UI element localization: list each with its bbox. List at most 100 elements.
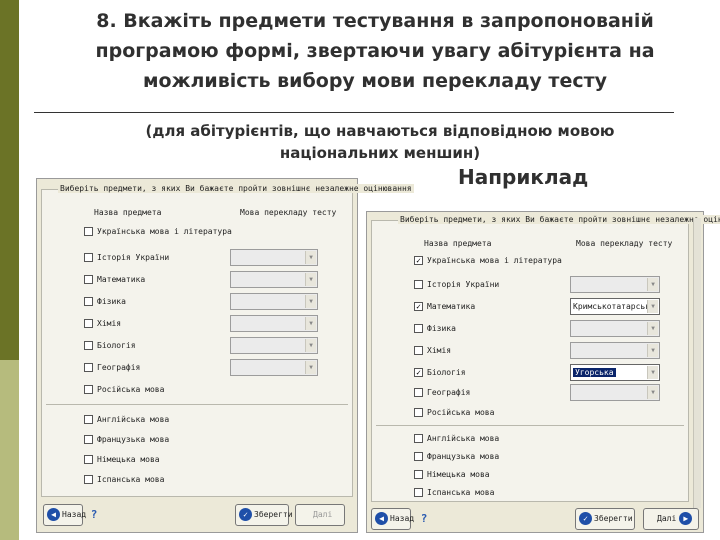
subject-label: Російська мова [97, 385, 165, 394]
next-button-label: Далі [657, 514, 677, 523]
subject-row: Російська мова [42, 382, 352, 398]
subject-checkbox[interactable] [414, 324, 423, 333]
subject-label: Українська мова і література [97, 227, 232, 236]
subject-row: Історія України ▼ [372, 276, 688, 293]
subject-selection-dialog-empty: Виберіть предмети, з яких Ви бажаєте про… [36, 178, 414, 533]
chevron-down-icon: ▼ [647, 366, 658, 379]
next-button[interactable]: Далі [295, 504, 345, 526]
subject-checkbox[interactable] [84, 385, 93, 394]
subject-checkbox[interactable] [84, 475, 93, 484]
section-divider [376, 425, 684, 426]
subject-label: Англійська мова [427, 434, 500, 443]
chevron-down-icon: ▼ [647, 278, 658, 291]
subject-label: Французька мова [427, 452, 500, 461]
subject-checkbox[interactable]: ✓ [414, 256, 423, 265]
subject-checkbox[interactable] [84, 253, 93, 262]
subject-checkbox[interactable] [84, 319, 93, 328]
subject-checkbox[interactable] [414, 280, 423, 289]
subject-checkbox[interactable] [414, 488, 423, 497]
subject-row: Хімія ▼ [42, 315, 352, 332]
subject-checkbox[interactable] [84, 297, 93, 306]
subject-label: Хімія [97, 319, 122, 328]
subject-label: Біологія [427, 368, 466, 377]
subject-row: Географія ▼ [372, 384, 688, 401]
language-select[interactable]: ▼ [230, 315, 318, 332]
subject-checkbox[interactable] [414, 346, 423, 355]
example-label: Наприклад [458, 165, 589, 189]
subject-label: Географія [97, 363, 141, 372]
subject-checkbox[interactable] [84, 227, 93, 236]
subject-row: Біологія ▼ [42, 337, 352, 354]
subject-checkbox[interactable]: ✓ [414, 302, 423, 311]
subject-label: Німецька мова [427, 470, 490, 479]
slide-subtitle: (для абітурієнтів, що навчаються відпові… [60, 120, 700, 164]
next-button[interactable]: Далі ▶ [643, 508, 699, 530]
chevron-down-icon: ▼ [305, 295, 316, 308]
language-select[interactable]: ▼ [230, 271, 318, 288]
language-select[interactable]: Угорська ▼ [570, 364, 660, 381]
subject-checkbox[interactable] [84, 455, 93, 464]
back-button[interactable]: ◀ Назад [43, 504, 87, 526]
title-line: програмою формі, звертаючи увагу абітурі… [95, 40, 655, 62]
subject-label: Французька мова [97, 435, 170, 444]
language-column-header: Мова перекладу тесту [240, 208, 337, 217]
subject-checkbox[interactable] [84, 275, 93, 284]
subject-label: Іспанська мова [97, 475, 165, 484]
subtitle-line: національних меншин) [279, 144, 481, 162]
subject-checkbox[interactable] [414, 470, 423, 479]
language-column-header: Мова перекладу тесту [576, 239, 673, 248]
subject-row: Англійська мова [42, 412, 352, 428]
language-select[interactable]: ▼ [570, 342, 660, 359]
chevron-down-icon: ▼ [305, 273, 316, 286]
vertical-scrollbar[interactable] [693, 218, 701, 508]
language-select[interactable]: ▼ [230, 249, 318, 266]
language-select[interactable]: ▼ [230, 359, 318, 376]
save-button-label: Зберегти [594, 514, 633, 523]
language-select[interactable]: ▼ [570, 276, 660, 293]
subject-checkbox[interactable] [84, 415, 93, 424]
subject-row: Фізика ▼ [42, 293, 352, 310]
subject-row: Математика ▼ [42, 271, 352, 288]
save-button[interactable]: ✓ Зберегти [575, 508, 635, 530]
subject-row: ✓ Українська мова і література [372, 253, 688, 269]
subject-row: Географія ▼ [42, 359, 352, 376]
group-title: Виберіть предмети, з яких Ви бажаєте про… [58, 184, 414, 193]
save-icon: ✓ [579, 512, 592, 525]
language-select[interactable]: Кримськотатарська ▼ [570, 298, 660, 315]
subject-label: Іспанська мова [427, 488, 495, 497]
subjects-group: Виберіть предмети, з яких Ви бажаєте про… [371, 215, 720, 502]
subject-checkbox[interactable] [414, 434, 423, 443]
subject-checkbox[interactable] [414, 408, 423, 417]
subject-row: Французька мова [372, 449, 688, 465]
subject-checkbox[interactable] [84, 341, 93, 350]
subject-checkbox[interactable] [84, 363, 93, 372]
subject-checkbox[interactable] [84, 435, 93, 444]
chevron-down-icon: ▼ [647, 300, 658, 313]
help-icon[interactable]: ? [87, 504, 101, 526]
help-icon[interactable]: ? [417, 508, 431, 530]
subject-label: Хімія [427, 346, 452, 355]
back-button-label: Назад [62, 510, 87, 519]
section-divider [46, 404, 348, 405]
subject-label: Російська мова [427, 408, 495, 417]
subject-checkbox[interactable] [414, 452, 423, 461]
chevron-down-icon: ▼ [305, 317, 316, 330]
subject-label: Географія [427, 388, 471, 397]
title-line: 8. Вкажіть предмети тестування в запропо… [96, 10, 654, 32]
subject-checkbox[interactable] [414, 388, 423, 397]
save-button-label: Зберегти [254, 510, 293, 519]
language-select[interactable]: ▼ [230, 337, 318, 354]
language-select[interactable]: ▼ [230, 293, 318, 310]
subjects-group: Виберіть предмети, з яких Ви бажаєте про… [41, 184, 414, 497]
back-button[interactable]: ◀ Назад [371, 508, 414, 530]
chevron-down-icon: ▼ [647, 322, 658, 335]
title-line: можливість вибору мови перекладу тесту [143, 70, 607, 92]
subject-row: Німецька мова [372, 467, 688, 483]
group-title: Виберіть предмети, з яких Ви бажаєте про… [398, 215, 720, 224]
save-button[interactable]: ✓ Зберегти [235, 504, 293, 526]
language-select[interactable]: ▼ [570, 320, 660, 337]
subject-checkbox[interactable]: ✓ [414, 368, 423, 377]
chevron-down-icon: ▼ [647, 386, 658, 399]
chevron-down-icon: ▼ [305, 251, 316, 264]
language-select[interactable]: ▼ [570, 384, 660, 401]
